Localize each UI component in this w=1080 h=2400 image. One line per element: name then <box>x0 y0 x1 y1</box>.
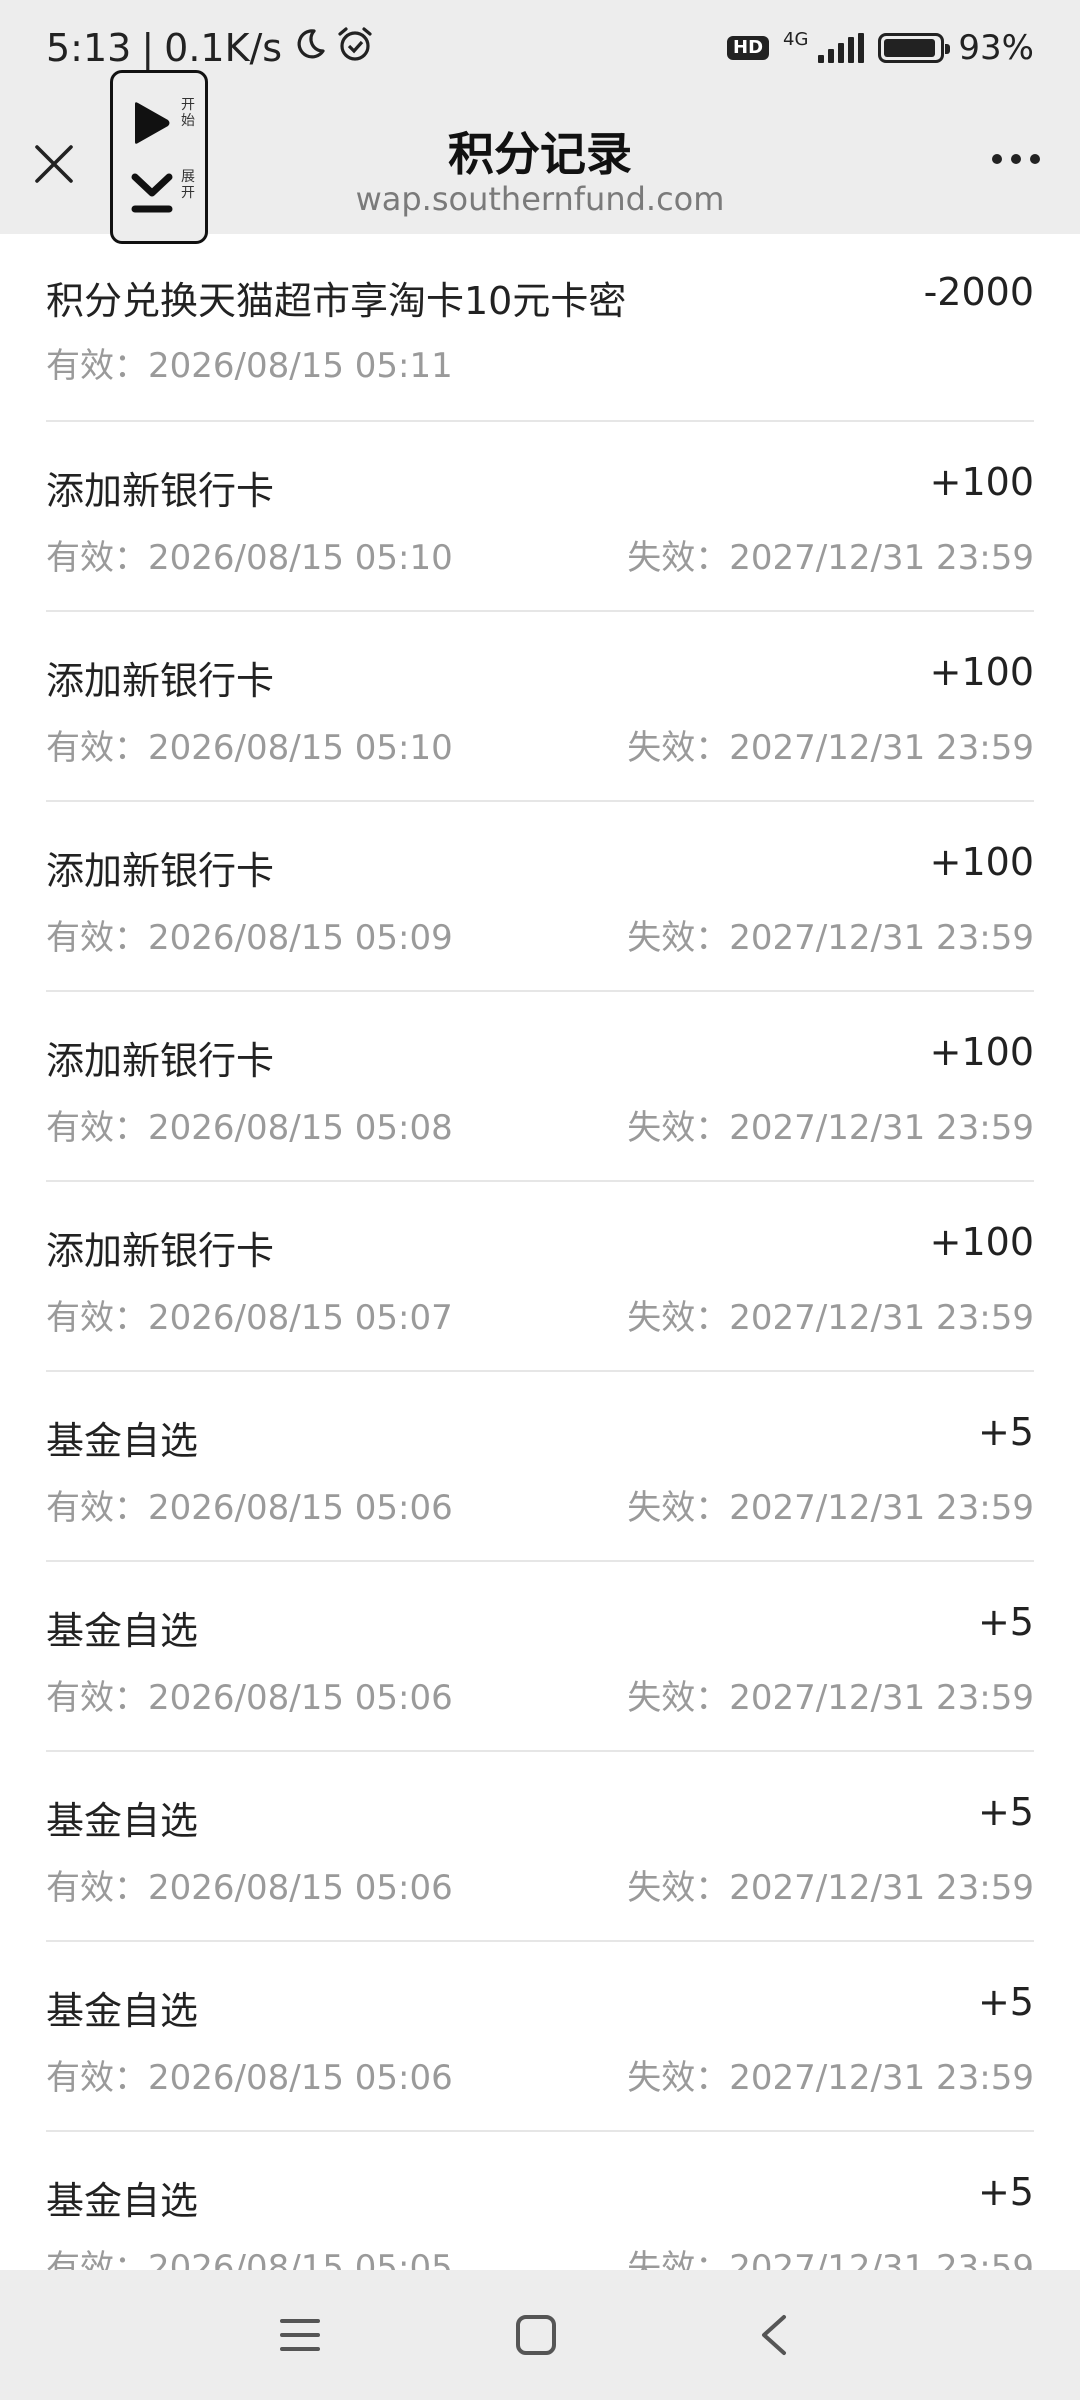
record-title: 基金自选 <box>46 2179 199 2223</box>
record-points: +5 <box>977 1790 1034 1834</box>
record-expire-time: 失效：2027/12/31 23:59 <box>627 1678 1034 1718</box>
page-url: wap.southernfund.com <box>355 180 725 218</box>
record-points: +5 <box>977 1980 1034 2024</box>
record-row[interactable]: 积分兑换天猫超市享淘卡10元卡密 -2000 有效：2026/08/15 05:11 <box>46 234 1034 422</box>
record-expire-time: 失效：2027/12/31 23:59 <box>627 2058 1034 2098</box>
battery-icon <box>878 33 951 63</box>
record-expire-time: 失效：2027/12/31 23:59 <box>627 918 1034 958</box>
more-icon-dot <box>1030 154 1040 164</box>
more-icon-dot <box>992 154 1002 164</box>
record-row[interactable]: 添加新银行卡 +100 有效：2026/08/15 05:07 失效：2027/12/… <box>46 1182 1034 1372</box>
record-row[interactable]: 添加新银行卡 +100 有效：2026/08/15 05:09 失效：2027/12/… <box>46 802 1034 992</box>
more-button[interactable] <box>992 154 1040 164</box>
status-separator: | <box>141 26 155 70</box>
record-valid-time: 有效：2026/08/15 05:09 <box>46 918 453 958</box>
record-valid-time: 有效：2026/08/15 05:08 <box>46 1108 453 1148</box>
status-time: 5:13 <box>46 26 132 70</box>
record-points: +5 <box>977 1600 1034 1644</box>
record-points: +100 <box>929 840 1034 884</box>
record-row[interactable]: 添加新银行卡 +100 有效：2026/08/15 05:10 失效：2027/12/… <box>46 612 1034 802</box>
record-expire-time: 失效：2027/12/31 23:59 <box>627 1488 1034 1528</box>
record-row[interactable]: 基金自选 +5 有效：2026/08/15 05:06 失效：2027/12/31 2… <box>46 1562 1034 1752</box>
record-expire-time: 失效：2027/12/31 23:59 <box>627 2248 1034 2270</box>
record-title: 基金自选 <box>46 1419 199 1463</box>
home-icon <box>516 2315 556 2355</box>
record-valid-time: 有效：2026/08/15 05:06 <box>46 1488 453 1528</box>
record-row[interactable]: 基金自选 +5 有效：2026/08/15 05:06 失效：2027/12/31 2… <box>46 1942 1034 2132</box>
battery-percent: 93% <box>958 28 1034 68</box>
record-expire-time: 失效：2027/12/31 23:59 <box>627 728 1034 768</box>
record-row[interactable]: 基金自选 +5 有效：2026/08/15 05:06 失效：2027/12/31 2… <box>46 1372 1034 1562</box>
record-points: +100 <box>929 460 1034 504</box>
record-expire-time: 失效：2027/12/31 23:59 <box>627 1868 1034 1908</box>
record-valid-time: 有效：2026/08/15 05:06 <box>46 1678 453 1718</box>
record-row[interactable]: 基金自选 +5 有效：2026/08/15 05:06 失效：2027/12/31 2… <box>46 1752 1034 1942</box>
record-title: 基金自选 <box>46 1609 199 1653</box>
record-valid-time: 有效：2026/08/15 05:07 <box>46 1298 453 1338</box>
record-valid-time: 有效：2026/08/15 05:06 <box>46 1868 453 1908</box>
record-expire-time: 失效：2027/12/31 23:59 <box>627 538 1034 578</box>
back-icon <box>762 2315 786 2355</box>
record-points: -2000 <box>923 270 1034 314</box>
page-title: 积分记录 <box>448 127 632 181</box>
record-title: 积分兑换天猫超市享淘卡10元卡密 <box>46 279 627 323</box>
moon-icon <box>292 26 326 70</box>
more-icon-dot <box>1011 154 1021 164</box>
back-button[interactable] <box>746 2310 800 2360</box>
alarm-icon <box>336 25 374 72</box>
record-title: 基金自选 <box>46 1989 199 2033</box>
record-points: +100 <box>929 1220 1034 1264</box>
menu-button[interactable] <box>273 2310 327 2360</box>
signal-icon <box>818 33 865 63</box>
record-title: 添加新银行卡 <box>46 849 275 893</box>
home-button[interactable] <box>509 2310 563 2360</box>
record-points: +100 <box>929 650 1034 694</box>
header: 开始 展开 积分记录 wap.southernfund.com <box>0 70 1080 244</box>
record-points: +5 <box>977 2170 1034 2214</box>
record-points: +5 <box>977 1410 1034 1454</box>
record-valid-time: 有效：2026/08/15 05:05 <box>46 2248 453 2270</box>
battery-fill <box>884 39 935 57</box>
record-row[interactable]: 基金自选 +5 有效：2026/08/15 05:05 失效：2027/12/31 2… <box>46 2132 1034 2270</box>
record-points: +100 <box>929 1030 1034 1074</box>
record-expire-time: 失效：2027/12/31 23:59 <box>627 1298 1034 1338</box>
status-speed: 0.1K/s <box>164 26 283 70</box>
record-valid-time: 有效：2026/08/15 05:10 <box>46 538 453 578</box>
record-valid-time: 有效：2026/08/15 05:06 <box>46 2058 453 2098</box>
menu-icon <box>280 2319 320 2351</box>
points-record-list[interactable]: 积分兑换天猫超市享淘卡10元卡密 -2000 有效：2026/08/15 05:11… <box>0 234 1080 2270</box>
record-expire-time: 失效：2027/12/31 23:59 <box>627 1108 1034 1148</box>
status-left: 5:13 | 0.1K/s <box>46 25 374 72</box>
record-title: 基金自选 <box>46 1799 199 1843</box>
record-title: 添加新银行卡 <box>46 469 275 513</box>
record-title: 添加新银行卡 <box>46 1229 275 1273</box>
record-row[interactable]: 添加新银行卡 +100 有效：2026/08/15 05:10 失效：2027/12/… <box>46 422 1034 612</box>
system-nav-bar <box>0 2270 1080 2400</box>
record-row[interactable]: 添加新银行卡 +100 有效：2026/08/15 05:08 失效：2027/12/… <box>46 992 1034 1182</box>
status-right: HD 4G 93% <box>727 28 1034 68</box>
record-valid-time: 有效：2026/08/15 05:11 <box>46 346 453 386</box>
network-type: 4G <box>783 29 809 50</box>
hd-badge: HD <box>727 36 770 60</box>
record-title: 添加新银行卡 <box>46 1039 275 1083</box>
record-valid-time: 有效：2026/08/15 05:10 <box>46 728 453 768</box>
record-title: 添加新银行卡 <box>46 659 275 703</box>
